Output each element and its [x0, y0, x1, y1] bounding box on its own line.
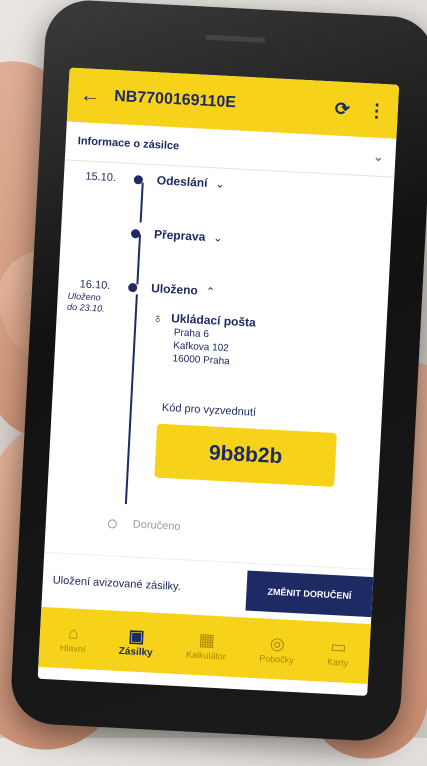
tab-cards[interactable]: ▭ Karty — [327, 637, 350, 668]
chevron-up-icon: ⌃ — [205, 285, 216, 299]
tab-label: Karty — [326, 656, 349, 668]
change-delivery-button[interactable]: ZMĚNIT DORUČENÍ — [245, 570, 374, 618]
location-search-icon: ◎ — [269, 633, 286, 654]
stored-until-note: Uloženo do 23.10. — [67, 291, 106, 315]
step-label: Odeslání — [156, 173, 208, 190]
tab-label: Pobočky — [259, 653, 295, 666]
shipment-timeline: 15.10. Odeslání ⌄ Přeprava ⌄ 16.10. Uložen… — [44, 160, 394, 569]
back-arrow-icon[interactable]: ← — [80, 84, 109, 108]
tab-label: Kalkulátor — [185, 649, 227, 662]
step-date — [61, 229, 113, 232]
card-icon: ▭ — [329, 637, 347, 657]
tab-label: Hlavní — [59, 642, 86, 655]
chevron-down-icon: ⌄ — [372, 149, 384, 165]
tracking-number-title: NB7700169110E — [113, 87, 237, 112]
step-date: 16.10. — [79, 278, 111, 292]
step-label: Uloženo — [150, 281, 199, 298]
home-icon: ⌂ — [67, 623, 80, 643]
pickup-code-label: Kód pro vyzvednutí — [161, 401, 257, 419]
timeline-line — [136, 234, 142, 285]
empty-step-dot — [107, 518, 118, 529]
chevron-down-icon: ⌄ — [215, 178, 225, 191]
tab-calculator[interactable]: ▦ Kalkulátor — [186, 629, 228, 661]
refresh-icon[interactable]: ⟳ — [334, 98, 350, 120]
status-message: Uložení avizované zásilky. — [52, 574, 182, 594]
timeline-step-sent[interactable]: 15.10. Odeslání ⌄ — [64, 168, 225, 191]
phone: ← NB7700169110E ⟳ ⋮ Informace o zásilce … — [9, 0, 427, 743]
timeline-step-delivered: Doručeno — [46, 514, 181, 533]
step-dot — [130, 228, 141, 238]
chevron-down-icon: ⌄ — [212, 232, 223, 245]
calculator-icon: ▦ — [198, 630, 216, 650]
tab-home[interactable]: ⌂ Hlavní — [60, 623, 87, 654]
post-horn-icon: ♁ — [152, 309, 164, 326]
tab-label: Zásilky — [118, 645, 153, 659]
tab-branches[interactable]: ◎ Pobočky — [259, 633, 295, 665]
more-options-icon[interactable]: ⋮ — [367, 100, 386, 122]
post-office-info: ♁ Ukládací pošta Praha 6 Kafkova 102 160… — [150, 309, 363, 375]
speaker — [205, 34, 266, 43]
pickup-code: 9b8b2b — [154, 423, 337, 487]
section-title: Informace o zásilce — [77, 135, 180, 153]
stored-note-line2: do 23.10. — [66, 301, 105, 314]
step-dot — [128, 282, 138, 292]
timeline-line — [139, 182, 144, 223]
phone-screen: ← NB7700169110E ⟳ ⋮ Informace o zásilce … — [37, 67, 400, 696]
timeline-line — [124, 294, 138, 505]
package-icon: ▣ — [128, 625, 146, 646]
step-label: Přeprava — [153, 227, 206, 244]
timeline-step-transport[interactable]: Přeprava ⌄ — [61, 222, 223, 245]
tab-shipments[interactable]: ▣ Zásilky — [118, 625, 153, 658]
step-date: 15.10. — [85, 170, 117, 185]
step-label: Doručeno — [132, 518, 181, 533]
step-dot — [133, 174, 144, 185]
